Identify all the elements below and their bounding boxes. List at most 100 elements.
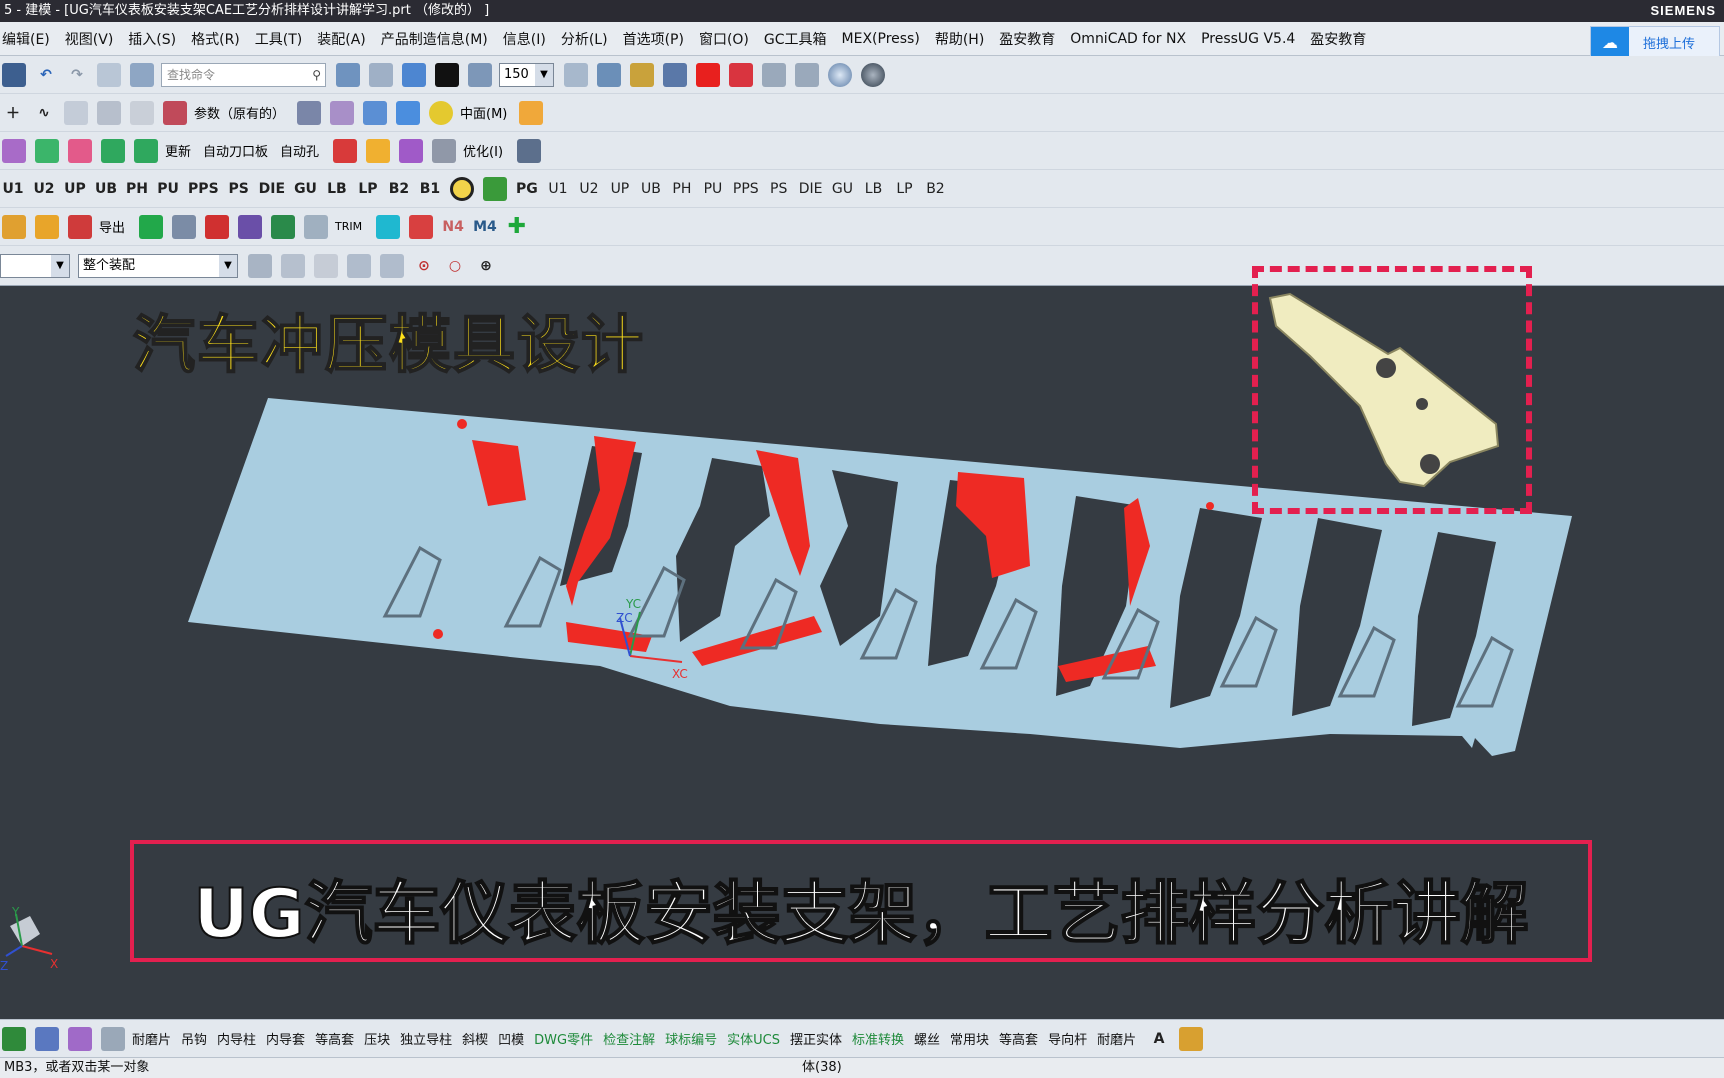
plate-u1-button[interactable]: U1: [0, 176, 26, 202]
move-b2-button[interactable]: B2: [922, 176, 948, 202]
sketch-icon[interactable]: [62, 100, 90, 126]
bb-inner-guide-post[interactable]: 内导柱: [217, 1029, 256, 1048]
menu-pmi[interactable]: 产品制造信息(M): [381, 29, 488, 49]
orient-icon[interactable]: [466, 62, 494, 88]
update-label[interactable]: 更新: [165, 141, 191, 160]
red-cube-icon[interactable]: [203, 214, 231, 240]
menu-mex-press[interactable]: MEX(Press): [842, 31, 920, 47]
upload-button[interactable]: ☁ 拖拽上传: [1590, 26, 1720, 58]
template-icon[interactable]: [793, 62, 821, 88]
auto-edge-plate-label[interactable]: 自动刀口板: [203, 141, 268, 160]
cylinder-icon[interactable]: [394, 100, 422, 126]
bb-height-sleeve[interactable]: 等高套: [315, 1029, 354, 1048]
pin-icon[interactable]: [99, 1026, 127, 1052]
bb-screw[interactable]: 螺丝: [914, 1029, 940, 1048]
select-icon[interactable]: [95, 62, 123, 88]
bb-inner-guide-bush[interactable]: 内导套: [266, 1029, 305, 1048]
plate-ub-button[interactable]: UB: [93, 176, 119, 202]
block-icon[interactable]: [517, 100, 545, 126]
menu-pressug[interactable]: PressUG V5.4: [1201, 31, 1295, 47]
yellow-sphere-icon[interactable]: [427, 100, 455, 126]
snap-center-icon[interactable]: ⊙: [411, 253, 437, 279]
layer-186-icon[interactable]: [727, 62, 755, 88]
color-black-icon[interactable]: [433, 62, 461, 88]
trim-icon[interactable]: [128, 100, 156, 126]
snap-endpoint-icon[interactable]: [345, 253, 373, 279]
menu-omnicad[interactable]: OmniCAD for NX: [1070, 31, 1186, 47]
redo-icon[interactable]: ↷: [64, 62, 90, 88]
plate-icon[interactable]: [33, 1026, 61, 1052]
plate-pps-button[interactable]: PPS: [186, 176, 221, 202]
move-die-button[interactable]: DIE: [797, 176, 825, 202]
pink-tool-icon[interactable]: [66, 138, 94, 164]
offset-icon[interactable]: [161, 100, 189, 126]
graphics-viewport[interactable]: XC YC ZC 汽车冲压模具设计 UG汽车仪表板安装支架，工艺排样分析讲解 X…: [0, 266, 1724, 1019]
move-ps-button[interactable]: PS: [766, 176, 792, 202]
green-plus-icon[interactable]: ✚: [504, 214, 530, 240]
menu-help[interactable]: 帮助(H): [935, 29, 984, 49]
render-icon[interactable]: [400, 62, 428, 88]
snap-cross-icon[interactable]: ⊕: [473, 253, 499, 279]
bodies-icon[interactable]: [361, 100, 389, 126]
stamp-icon[interactable]: [0, 214, 28, 240]
bb-die[interactable]: 凹模: [498, 1029, 524, 1048]
plate-lp-button[interactable]: LP: [355, 176, 381, 202]
red-part-icon[interactable]: [66, 214, 94, 240]
gray-block-icon[interactable]: [430, 138, 458, 164]
move-pu-button[interactable]: PU: [700, 176, 726, 202]
sphere-dark-icon[interactable]: [859, 62, 887, 88]
die-set-icon[interactable]: [0, 1026, 28, 1052]
menu-window[interactable]: 窗口(O): [699, 29, 749, 49]
red-block-icon[interactable]: [331, 138, 359, 164]
plate-up-button[interactable]: UP: [62, 176, 88, 202]
plate-pg-button[interactable]: PG: [514, 176, 540, 202]
red-square-icon[interactable]: [694, 62, 722, 88]
plate-gu-button[interactable]: GU: [292, 176, 319, 202]
line-icon[interactable]: ＋: [0, 100, 26, 126]
move-lb-button[interactable]: LB: [860, 176, 886, 202]
filter-icon[interactable]: [246, 253, 274, 279]
stack-icon[interactable]: [236, 214, 264, 240]
green-tool3-icon[interactable]: [132, 138, 160, 164]
text-a-icon[interactable]: A: [1146, 1026, 1172, 1052]
pen-icon[interactable]: [515, 138, 543, 164]
menu-yingan-2[interactable]: 盈安教育: [1310, 29, 1366, 49]
bb-dwg-part[interactable]: DWG零件: [534, 1029, 593, 1048]
clamp-icon[interactable]: [302, 214, 330, 240]
menu-format[interactable]: 格式(R): [191, 29, 240, 49]
bb-height-sleeve-2[interactable]: 等高套: [999, 1029, 1038, 1048]
mold-tool-icon[interactable]: [0, 138, 28, 164]
move-lp-button[interactable]: LP: [891, 176, 917, 202]
menu-edit[interactable]: 编辑(E): [2, 29, 50, 49]
surface-icon[interactable]: [95, 100, 123, 126]
menu-view[interactable]: 视图(V): [65, 29, 114, 49]
bb-cam[interactable]: 斜楔: [462, 1029, 488, 1048]
menu-assembly[interactable]: 装配(A): [317, 29, 366, 49]
green-tool2-icon[interactable]: [99, 138, 127, 164]
snap-icon[interactable]: [128, 62, 156, 88]
analysis-icon[interactable]: [628, 62, 656, 88]
bb-solid-ucs[interactable]: 实体UCS: [727, 1029, 780, 1048]
plate-ps-button[interactable]: PS: [226, 176, 252, 202]
bb-independent-guide[interactable]: 独立导柱: [400, 1029, 452, 1048]
bb-guide-rod[interactable]: 导向杆: [1048, 1029, 1087, 1048]
circle-o-icon[interactable]: [448, 176, 476, 202]
menu-insert[interactable]: 插入(S): [128, 29, 176, 49]
flow-icon[interactable]: [661, 62, 689, 88]
bb-wear-plate-2[interactable]: 耐磨片: [1097, 1029, 1136, 1048]
command-search-input[interactable]: 查找命令 ⚲: [161, 62, 326, 87]
bolt-icon[interactable]: [66, 1026, 94, 1052]
move-ub-button[interactable]: UB: [638, 176, 664, 202]
green-char-icon[interactable]: [481, 176, 509, 202]
optimize-label[interactable]: 优化(I): [463, 141, 503, 160]
move-pps-button[interactable]: PPS: [731, 176, 761, 202]
plate-u2-button[interactable]: U2: [31, 176, 57, 202]
bb-press-block[interactable]: 压块: [364, 1029, 390, 1048]
plate-b1-button[interactable]: B1: [417, 176, 443, 202]
menu-analysis[interactable]: 分析(L): [561, 29, 608, 49]
box-select-icon[interactable]: [312, 253, 340, 279]
menu-info[interactable]: 信息(I): [503, 29, 546, 49]
move-up-button[interactable]: UP: [607, 176, 633, 202]
m4-button[interactable]: M4: [471, 214, 499, 240]
sphere-icon[interactable]: [826, 62, 854, 88]
